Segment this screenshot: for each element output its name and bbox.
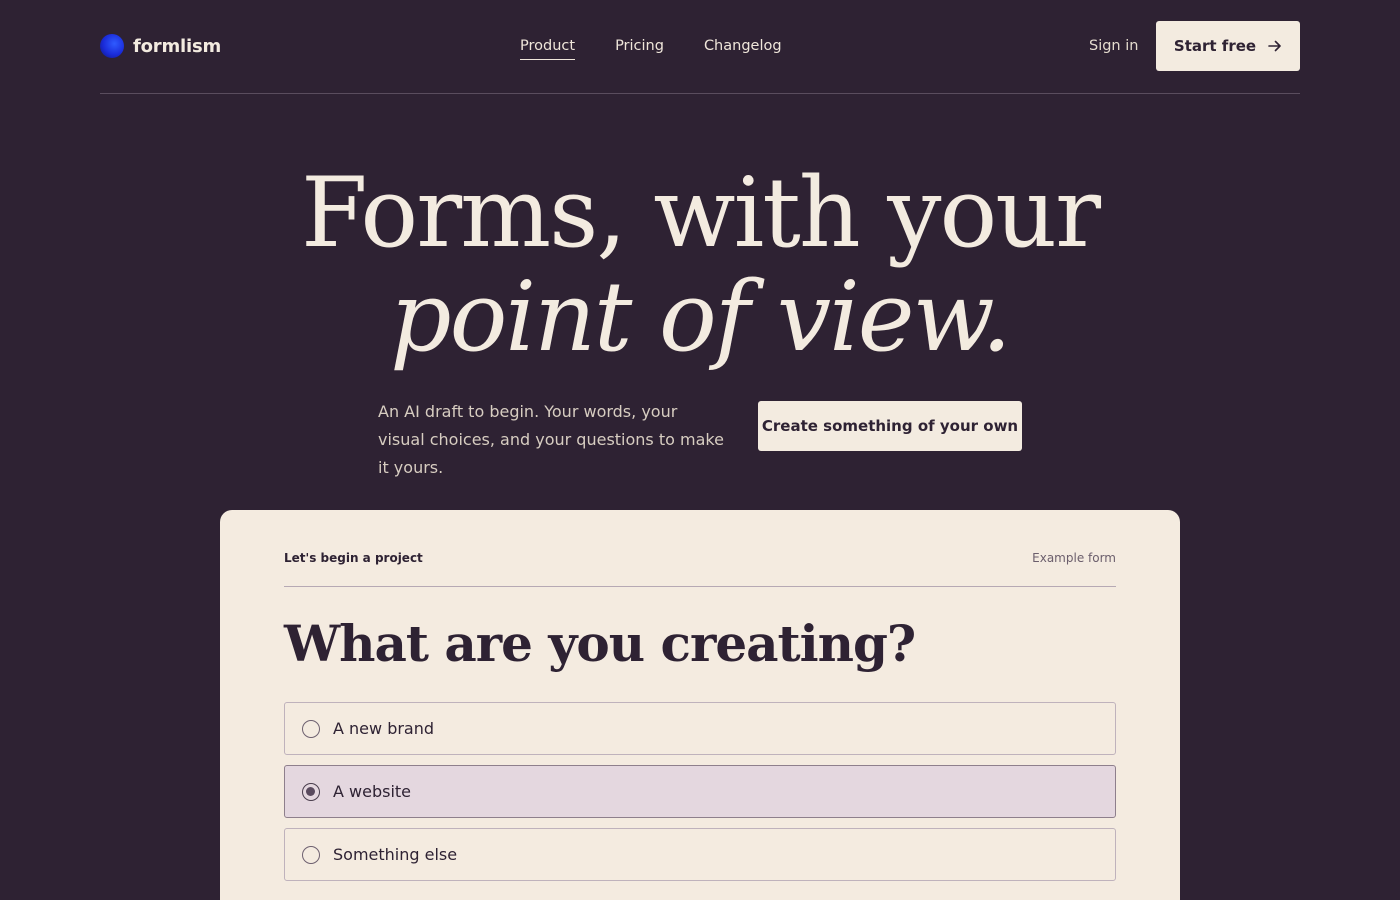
arrow-right-icon — [1268, 40, 1281, 52]
radio-unchecked-icon — [302, 719, 320, 738]
start-free-button[interactable]: Start free — [1156, 21, 1300, 71]
form-kicker: Let's begin a project — [284, 551, 423, 565]
brand-logo[interactable]: formlism — [100, 34, 221, 58]
create-own-button[interactable]: Create something of your own — [758, 401, 1022, 451]
hero-subtitle: An AI draft to begin. Your words, your v… — [378, 402, 724, 477]
radio-unchecked-icon — [302, 845, 320, 864]
form-question: What are you creating? — [284, 614, 916, 673]
option-list: A new brand A website Something else — [284, 702, 1116, 891]
hero-title-line-1: Forms, with your — [301, 157, 1101, 269]
option-label: A new brand — [333, 719, 435, 738]
option-website[interactable]: A website — [284, 765, 1116, 818]
brand-dot-icon — [100, 34, 124, 58]
nav-link-product[interactable]: Product — [520, 38, 576, 60]
option-new-brand[interactable]: A new brand — [284, 702, 1116, 755]
option-label: Something else — [333, 845, 458, 864]
top-nav: formlism Product Pricing Changelog Sign … — [100, 0, 1300, 94]
hero-title-line-2: point of view. — [390, 261, 1012, 373]
start-free-label: Start free — [1173, 37, 1257, 55]
example-form-card: Let's begin a project Example form What … — [220, 510, 1180, 900]
nav-link-pricing[interactable]: Pricing — [615, 38, 664, 60]
option-label: A website — [333, 782, 412, 801]
nav-link-changelog[interactable]: Changelog — [704, 38, 782, 60]
example-form-label: Example form — [1032, 551, 1116, 565]
radio-checked-icon — [302, 782, 320, 801]
brand-name: formlism — [133, 35, 222, 57]
option-something-else[interactable]: Something else — [284, 828, 1116, 881]
sign-in-link[interactable]: Sign in — [1089, 38, 1138, 54]
nav-links: Product Pricing Changelog — [520, 38, 782, 60]
form-header: Let's begin a project Example form — [284, 550, 1116, 587]
